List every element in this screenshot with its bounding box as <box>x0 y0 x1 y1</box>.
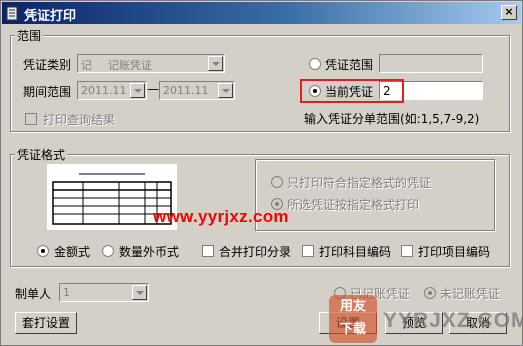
period-from-value: 2011.11 <box>81 84 127 97</box>
amount-format-label: 金额式 <box>54 245 91 259</box>
foreign-format-label: 数量外币式 <box>119 245 180 259</box>
period-from-select[interactable]: 2011.11 <box>77 81 147 100</box>
voucher-type-name: 记账凭证 <box>108 59 152 72</box>
print-matching-radio[interactable] <box>271 176 283 188</box>
print-selected-label: 所选凭证按指定格式打印 <box>287 198 420 212</box>
chevron-down-icon[interactable] <box>208 56 223 71</box>
chevron-down-icon[interactable] <box>130 83 145 98</box>
close-button[interactable]: × <box>501 5 517 20</box>
maker-label: 制单人 <box>15 287 52 301</box>
format-group-label: 凭证格式 <box>15 146 68 163</box>
format-options-subgroup <box>255 159 495 231</box>
range-hint: 输入凭证分单范围(如:1,5,7-9,2) <box>304 112 480 126</box>
print-voucher-dialog: 凭证打印 × 范围 凭证类别 记 记账凭证 期间范围 2011.11 — 201… <box>0 0 523 346</box>
voucher-range-radio[interactable] <box>309 58 321 70</box>
amount-format-radio[interactable] <box>37 245 49 257</box>
template-settings-button[interactable]: 套打设置 <box>15 312 77 334</box>
chevron-down-icon[interactable] <box>132 285 147 300</box>
period-separator: — <box>147 82 159 96</box>
range-group-label: 范围 <box>15 27 44 44</box>
voucher-type-label: 凭证类别 <box>23 58 72 72</box>
highlight-box <box>300 79 404 103</box>
chevron-down-icon[interactable] <box>218 83 233 98</box>
app-icon <box>6 6 18 21</box>
voucher-type-code: 记 <box>81 59 92 72</box>
voucher-type-select[interactable]: 记 记账凭证 <box>77 54 225 73</box>
print-project-code-checkbox[interactable] <box>401 245 413 257</box>
watermark-domain: YYRJXZ.COM <box>383 309 523 332</box>
print-query-label: 打印查询结果 <box>43 113 116 127</box>
watermark-logo-top: 用友 <box>339 299 366 314</box>
voucher-range-label: 凭证范围 <box>325 58 374 72</box>
foreign-format-radio[interactable] <box>102 245 114 257</box>
voucher-range-input[interactable] <box>379 54 483 73</box>
print-matching-label: 只打印符合指定格式的凭证 <box>287 176 432 190</box>
merge-entries-checkbox[interactable] <box>202 245 214 257</box>
watermark-logo: 用友 下载 <box>329 295 377 343</box>
print-query-checkbox[interactable] <box>25 113 37 125</box>
watermark-logo-bottom: 下载 <box>339 322 366 337</box>
period-to-select[interactable]: 2011.11 <box>159 81 235 100</box>
unbooked-voucher-radio[interactable] <box>424 287 436 299</box>
period-to-value: 2011.11 <box>163 84 209 97</box>
window-title: 凭证打印 <box>24 9 77 24</box>
title-bar: 凭证打印 × <box>2 2 521 24</box>
maker-select[interactable]: 1 <box>59 283 149 302</box>
print-account-code-checkbox[interactable] <box>302 245 314 257</box>
merge-entries-label: 合并打印分录 <box>219 245 292 259</box>
print-account-code-label: 打印科目编码 <box>319 245 392 259</box>
watermark-url: www.yyrjxz.com <box>153 207 289 226</box>
unbooked-voucher-label: 未记账凭证 <box>440 287 501 301</box>
print-project-code-label: 打印项目编码 <box>418 245 491 259</box>
maker-value: 1 <box>63 286 70 299</box>
period-label: 期间范围 <box>23 85 72 99</box>
